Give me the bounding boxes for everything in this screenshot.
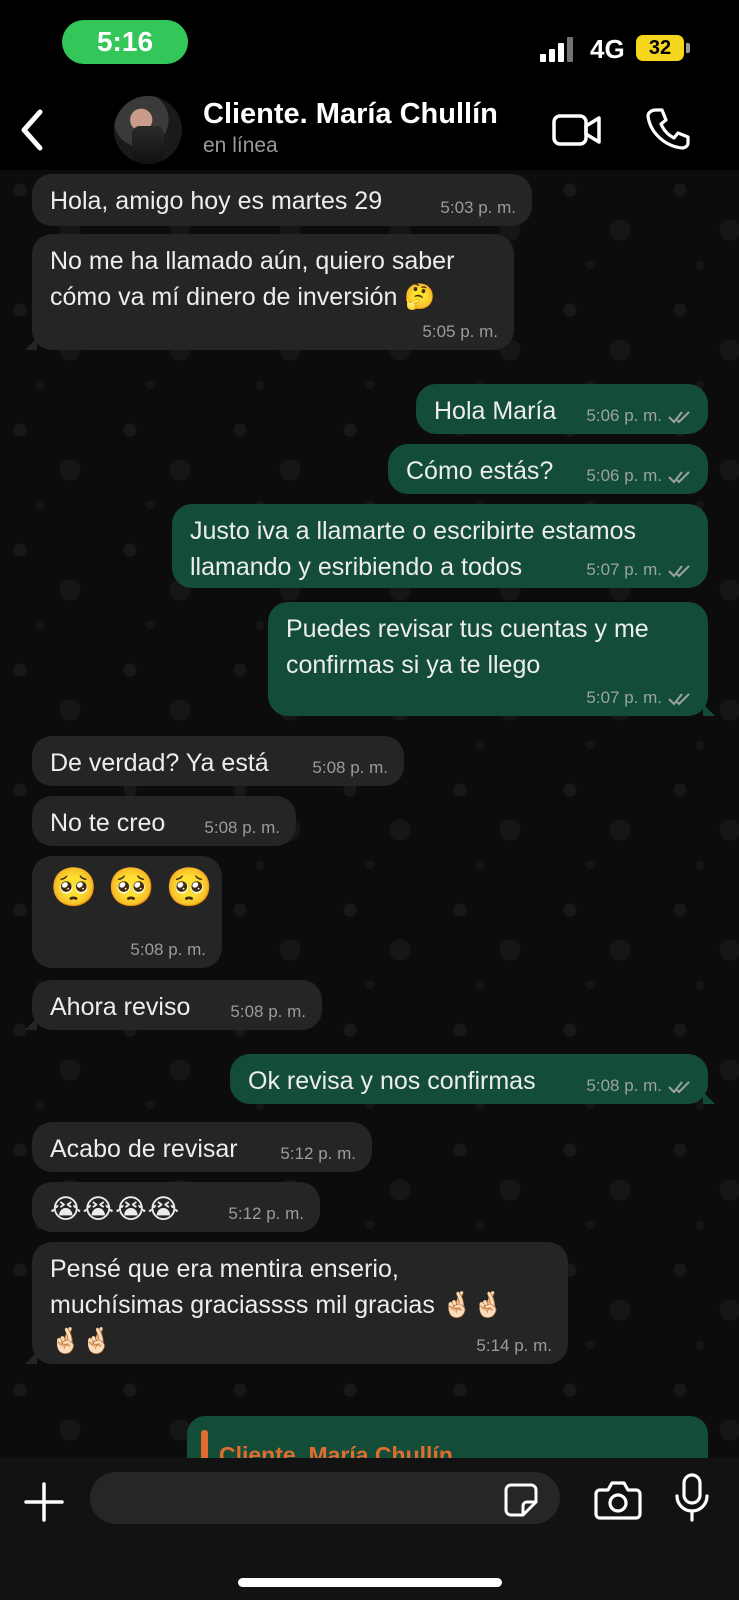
- contact-status: en línea: [203, 134, 278, 157]
- message-time: 5:07 p. m.: [586, 560, 662, 579]
- double-check-icon: [668, 1080, 690, 1094]
- message-text: Pensé que era mentira enserio, muchísima…: [50, 1255, 505, 1355]
- message-time: 5:07 p. m.: [586, 688, 662, 707]
- message-time: 5:05 p. m.: [422, 322, 498, 341]
- voice-call-button[interactable]: [646, 106, 690, 150]
- message-time: 5:06 p. m.: [586, 466, 662, 485]
- message-text: Acabo de revisar: [50, 1135, 238, 1163]
- network-type: 4G: [590, 34, 625, 64]
- message-text: Cómo estás?: [406, 457, 554, 485]
- signal-icon: [540, 36, 580, 62]
- message-time: 5:06 p. m.: [586, 406, 662, 425]
- message-meta: 5:06 p. m.: [586, 406, 692, 426]
- sticker-icon: [504, 1483, 538, 1517]
- message-incoming[interactable]: Acabo de revisar 5:12 p. m.: [32, 1122, 372, 1172]
- message-incoming[interactable]: Hola, amigo hoy es martes 29 5:03 p. m.: [32, 174, 532, 226]
- avatar[interactable]: [114, 96, 182, 164]
- message-meta: 5:08 p. m.: [586, 1076, 692, 1096]
- battery-tip: [686, 43, 690, 53]
- phone-icon: [646, 108, 690, 150]
- video-call-button[interactable]: [552, 110, 602, 150]
- chat-header: Cliente. María Chullín en línea: [0, 90, 739, 170]
- message-time: 5:08 p. m.: [130, 940, 206, 959]
- chevron-left-icon: [21, 109, 43, 151]
- message-text: No me ha llamado aún, quiero saber cómo …: [50, 247, 455, 311]
- message-incoming[interactable]: No me ha llamado aún, quiero saber cómo …: [25, 234, 514, 350]
- contact-name[interactable]: Cliente. María Chullín: [203, 98, 498, 131]
- message-text: 😭😭😭😭: [50, 1194, 181, 1224]
- message-text: Hola, amigo hoy es martes 29: [50, 187, 383, 215]
- message-text: Ok revisa y nos confirmas: [248, 1067, 536, 1095]
- message-text: Justo iva a llamarte o escribirte estamo…: [190, 517, 637, 581]
- microphone-button[interactable]: [674, 1472, 710, 1524]
- message-text: No te creo: [50, 809, 166, 837]
- message-time: 5:12 p. m.: [228, 1204, 304, 1223]
- camera-button[interactable]: [594, 1478, 642, 1522]
- message-time: 5:03 p. m.: [440, 198, 516, 217]
- message-outgoing[interactable]: Cómo estás? 5:06 p. m.: [388, 444, 708, 494]
- message-outgoing[interactable]: Puedes revisar tus cuentas y me confirma…: [268, 602, 715, 716]
- status-time: 5:16: [62, 20, 188, 64]
- message-meta: 5:07 p. m.: [586, 688, 692, 708]
- double-check-icon: [668, 410, 690, 424]
- sticker-button[interactable]: [503, 1482, 539, 1518]
- attach-button[interactable]: [22, 1480, 66, 1524]
- message-meta: 5:06 p. m.: [586, 466, 692, 486]
- message-incoming[interactable]: Pensé que era mentira enserio, muchísima…: [25, 1242, 568, 1364]
- status-bar: 5:16 4G 32: [0, 0, 739, 90]
- message-time: 5:08 p. m.: [230, 1002, 306, 1021]
- double-check-icon: [668, 470, 690, 484]
- message-time: 5:08 p. m.: [204, 818, 280, 837]
- message-incoming[interactable]: 😭😭😭😭 5:12 p. m.: [32, 1182, 320, 1232]
- message-text: 🥺 🥺 🥺: [50, 867, 214, 909]
- message-text: Puedes revisar tus cuentas y me confirma…: [286, 615, 649, 679]
- message-time: 5:12 p. m.: [280, 1144, 356, 1163]
- double-check-icon: [668, 564, 690, 578]
- message-text: De verdad? Ya está: [50, 749, 269, 777]
- microphone-icon: [675, 1473, 709, 1522]
- message-incoming[interactable]: Ahora reviso 5:08 p. m.: [25, 980, 322, 1030]
- home-indicator: [238, 1578, 502, 1587]
- message-outgoing[interactable]: Hola María 5:06 p. m.: [416, 384, 708, 434]
- back-button[interactable]: [14, 104, 54, 156]
- message-time: 5:08 p. m.: [312, 758, 388, 777]
- message-incoming[interactable]: De verdad? Ya está 5:08 p. m.: [32, 736, 404, 786]
- composer-bar: [0, 1458, 739, 1600]
- message-text: Ahora reviso: [50, 993, 191, 1021]
- message-incoming[interactable]: No te creo 5:08 p. m.: [32, 796, 296, 846]
- message-outgoing[interactable]: Ok revisa y nos confirmas 5:08 p. m.: [230, 1054, 715, 1104]
- message-text: Hola María: [434, 397, 557, 425]
- message-meta: 5:07 p. m.: [586, 560, 692, 580]
- message-outgoing[interactable]: Justo iva a llamarte o escribirte estamo…: [172, 504, 708, 588]
- plus-icon: [24, 1482, 64, 1522]
- camera-icon: [594, 1481, 642, 1520]
- chat-area[interactable]: Hola, amigo hoy es martes 29 5:03 p. m. …: [0, 170, 739, 1458]
- message-time: 5:08 p. m.: [586, 1076, 662, 1095]
- video-camera-icon: [552, 114, 601, 146]
- double-check-icon: [668, 692, 690, 706]
- message-incoming[interactable]: 🥺 🥺 🥺 5:08 p. m.: [32, 856, 222, 968]
- message-input[interactable]: [90, 1472, 560, 1524]
- message-time: 5:14 p. m.: [476, 1336, 552, 1355]
- battery-icon: 32: [636, 35, 684, 61]
